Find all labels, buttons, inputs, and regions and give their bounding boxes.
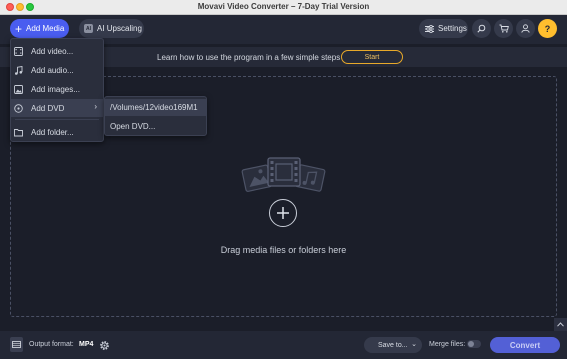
add-images-icon [14,84,23,94]
convert-button[interactable]: Convert [490,337,560,353]
add-video-icon [14,46,23,56]
add-media-label: Add Media [26,24,65,33]
add-media-menu: Add video... Add audio... Add images... … [10,38,104,142]
help-button[interactable]: ? [538,19,557,38]
save-to-button[interactable]: Save to... ⌄ [364,337,422,353]
merge-files-toggle[interactable] [467,340,481,348]
window-title: Movavi Video Converter – 7-Day Trial Ver… [197,2,370,11]
gear-icon [99,340,109,350]
settings-label: Settings [438,24,467,33]
help-icon: ? [544,23,551,34]
merge-files-label: Merge files: [429,341,466,348]
menu-item-add-folder[interactable]: Add folder... [11,123,103,141]
save-to-label: Save to... [378,341,408,349]
menu-item-label: Add DVD [31,103,65,113]
menu-item-add-dvd[interactable]: Add DVD › [11,99,103,117]
ai-upscaling-label: AI Upscaling [97,24,142,33]
output-format-label: Output format: [29,341,74,348]
menu-item-label: Add images... [31,84,80,94]
search-icon [477,24,486,33]
plus-icon [277,207,289,219]
menu-item-label: Add folder... [31,127,74,137]
output-format-value[interactable]: MP4 [79,341,93,348]
video-format-icon [12,341,21,348]
bottom-bar: Output format: MP4 Save to... ⌄ Merge fi… [0,331,567,359]
media-files-illustration [241,157,326,192]
account-icon [521,24,530,33]
cart-icon [499,24,509,33]
submenu-item-open-dvd[interactable]: Open DVD... [105,118,206,135]
chevron-up-icon [557,322,564,327]
output-format-button[interactable] [10,337,23,352]
chevron-down-icon: ⌄ [411,341,417,348]
add-media-circle-button[interactable] [269,199,297,227]
menu-item-label: Add audio... [31,65,74,75]
title-bar: Movavi Video Converter – 7-Day Trial Ver… [0,0,567,15]
banner-text: Learn how to use the program in a few si… [157,53,341,62]
plus-icon: + [15,21,23,36]
dvd-submenu: /Volumes/12video169M1 Open DVD... [104,96,207,136]
account-button[interactable] [516,19,535,38]
add-folder-icon [14,128,23,136]
ai-upscaling-button[interactable]: AI AI Upscaling [79,19,144,38]
drop-zone-hint: Drag media files or folders here [220,245,347,255]
menu-item-label: Add video... [31,46,74,56]
settings-button[interactable]: Settings [419,19,468,38]
output-settings-button[interactable] [97,338,111,352]
submenu-item-dvd-volume[interactable]: /Volumes/12video169M1 [105,99,206,116]
menu-item-add-images[interactable]: Add images... [11,80,103,98]
search-button[interactable] [472,19,491,38]
start-tutorial-button[interactable]: Start [341,50,403,64]
scroll-up-button[interactable] [554,318,567,331]
ai-upscaling-icon: AI [84,24,93,33]
add-dvd-icon [14,103,23,113]
menu-item-add-audio[interactable]: Add audio... [11,61,103,79]
settings-icon [425,24,434,33]
menu-item-add-video[interactable]: Add video... [11,42,103,60]
cart-button[interactable] [494,19,513,38]
add-media-button[interactable]: + Add Media [10,19,69,38]
chevron-right-icon: › [94,102,97,111]
menu-divider [15,119,99,120]
add-audio-icon [15,65,23,75]
